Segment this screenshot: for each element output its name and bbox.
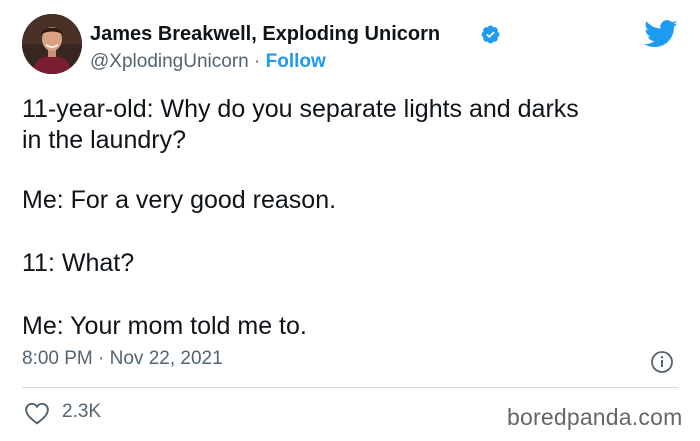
- handle[interactable]: @XplodingUnicorn: [90, 51, 249, 72]
- like-count[interactable]: 2.3K: [62, 401, 101, 423]
- separator: ·: [248, 51, 266, 72]
- display-name[interactable]: James Breakwell, Exploding Unicorn: [90, 23, 440, 46]
- tweet-card: James Breakwell, Exploding Unicorn @Xplo…: [0, 0, 700, 441]
- tweet-text-line: Me: For a very good reason.: [22, 186, 337, 214]
- tweet-text-line: Me: Your mom told me to.: [22, 312, 307, 340]
- twitter-bird-icon[interactable]: [644, 20, 678, 48]
- watermark: boredpanda.com: [507, 404, 683, 430]
- follow-button[interactable]: Follow: [266, 51, 326, 72]
- info-icon[interactable]: [650, 350, 674, 374]
- tweet-text-line: in the laundry?: [22, 126, 187, 154]
- avatar[interactable]: [22, 14, 82, 74]
- handle-row: @XplodingUnicorn · Follow: [90, 51, 326, 73]
- tweet-text-line: 11: What?: [22, 249, 135, 277]
- timestamp[interactable]: 8:00 PM · Nov 22, 2021: [22, 348, 223, 370]
- tweet-text-line: 11-year-old: Why do you separate lights …: [22, 95, 579, 123]
- verified-badge-icon: [481, 25, 500, 44]
- heart-icon[interactable]: [24, 401, 50, 425]
- divider: [22, 387, 678, 388]
